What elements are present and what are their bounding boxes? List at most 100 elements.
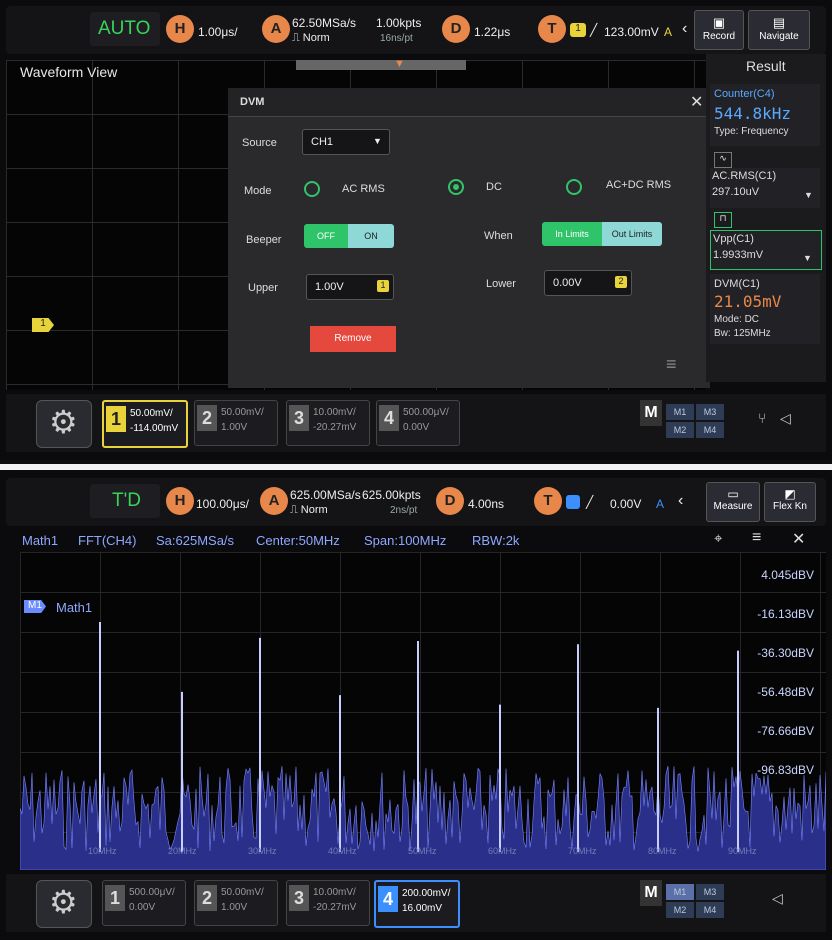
- when-out-limits[interactable]: Out Limits: [602, 222, 662, 246]
- dvm-result-title: DVM(C1): [714, 278, 760, 290]
- math-button[interactable]: M: [640, 400, 662, 426]
- math-m2[interactable]: M2: [666, 422, 694, 438]
- trigger-source-badge: 1: [570, 23, 586, 37]
- vpp-result[interactable]: Vpp(C1) 1.9933mV ▼: [710, 230, 822, 270]
- horizontal-button[interactable]: H: [166, 487, 194, 515]
- math-m1[interactable]: M1: [666, 884, 694, 900]
- run-mode-cell[interactable]: AUTO: [90, 12, 160, 46]
- channel-3-button[interactable]: 3 10.00mV/ -20.27mV: [286, 880, 370, 926]
- db-tick-label: -76.66dBV: [757, 724, 814, 738]
- fft-spectrum: [20, 621, 826, 870]
- record-button[interactable]: ▣ Record: [694, 10, 744, 50]
- trigger-mode: A: [664, 25, 673, 39]
- result-panel: Result Counter(C4) 544.8kHz Type: Freque…: [706, 54, 826, 382]
- dvm-title: DVM: [240, 96, 265, 108]
- acrms-title: AC.RMS(C1): [712, 170, 777, 182]
- channel-1-button[interactable]: 1 500.00μV/ 0.00V: [102, 880, 186, 926]
- math-m1[interactable]: M1: [666, 404, 694, 420]
- delay-button[interactable]: D: [442, 15, 470, 43]
- fft-sa: Sa:625MSa/s: [156, 533, 235, 548]
- fft-source: FFT(CH4): [78, 533, 137, 548]
- menu-collapse-icon[interactable]: ≡: [666, 354, 677, 375]
- menu-icon[interactable]: ≡: [752, 529, 761, 547]
- fft-rbw: RBW:2k: [472, 533, 520, 548]
- fft-center: Center:50MHz: [256, 533, 340, 548]
- freq-tick-label: 80MHz: [648, 846, 677, 856]
- fft-view[interactable]: M1 Math1 4.045dBV -16.13dBV -36.30dBV -56.4…: [20, 552, 826, 870]
- mode-label: Mode: [244, 185, 272, 197]
- trigger-position-marker: ▼: [394, 60, 405, 70]
- upper-input[interactable]: 1.00V 1: [306, 274, 394, 300]
- mode-acdcrms-radio[interactable]: [566, 179, 582, 195]
- remove-button[interactable]: Remove: [310, 326, 396, 352]
- freq-tick-label: 50MHz: [408, 846, 437, 856]
- gear-icon[interactable]: ⚙: [36, 400, 92, 448]
- lower-input[interactable]: 0.00V 2: [544, 270, 632, 296]
- navigate-button[interactable]: ▤ Navigate: [748, 10, 810, 50]
- horizontal-button[interactable]: H: [166, 15, 194, 43]
- math-m4[interactable]: M4: [696, 422, 724, 438]
- counter-title: Counter(C4): [714, 88, 775, 100]
- freq-tick-label: 20MHz: [168, 846, 197, 856]
- channel-bar: ⚙ 1 50.00mV/ -114.00mV 2 50.00mV/ 1.00V …: [6, 394, 826, 452]
- trigger-button[interactable]: T: [538, 15, 566, 43]
- mode-acrms-radio[interactable]: [304, 181, 320, 197]
- math-m3[interactable]: M3: [696, 884, 724, 900]
- chevron-down-icon: ▼: [803, 253, 812, 263]
- acrms-result[interactable]: AC.RMS(C1) 297.10uV ▼: [710, 168, 820, 208]
- dvm-result[interactable]: DVM(C1) 21.05mV Mode: DC Bw: 125MHz: [710, 274, 820, 344]
- close-icon[interactable]: ✕: [792, 529, 805, 549]
- sample-rate: 62.50MSa/s: [292, 16, 357, 30]
- delay-button[interactable]: D: [436, 487, 464, 515]
- trigger-level: 123.00mV: [604, 25, 659, 39]
- channel-3-button[interactable]: 3 10.00mV/ -20.27mV: [286, 400, 370, 446]
- math-m2[interactable]: M2: [666, 902, 694, 918]
- chevron-left-icon[interactable]: ‹: [682, 20, 687, 38]
- when-in-limits[interactable]: In Limits: [542, 222, 602, 246]
- acquire-button[interactable]: A: [260, 487, 288, 515]
- run-mode: T'D: [112, 490, 141, 511]
- counter-result[interactable]: Counter(C4) 544.8kHz Type: Frequency: [710, 84, 820, 146]
- channel-4-button[interactable]: 4 200.00mV/ 16.00mV: [374, 880, 460, 928]
- channel-4-button[interactable]: 4 500.00μV/ 0.00V: [376, 400, 460, 446]
- freq-tick-label: 40MHz: [328, 846, 357, 856]
- acq-sub: 16ns/pt: [380, 33, 413, 44]
- acq-mode: ⎍ Norm: [292, 32, 330, 44]
- db-tick-label: -96.83dBV: [757, 763, 814, 777]
- channel-1-button[interactable]: 1 50.00mV/ -114.00mV: [102, 400, 188, 448]
- mode-dc-radio[interactable]: [448, 179, 464, 195]
- timebase: 1.00μs/: [198, 25, 238, 39]
- speaker-icon[interactable]: ◁: [780, 410, 791, 427]
- dvm-result-bw: Bw: 125MHz: [714, 328, 771, 339]
- math-m3[interactable]: M3: [696, 404, 724, 420]
- top-status-bar: AUTO H 1.00μs/ A 62.50MSa/s 1.00kpts ⎍ N…: [6, 6, 826, 54]
- math-button[interactable]: M: [640, 880, 662, 906]
- mode-acrms-label: AC RMS: [342, 183, 385, 195]
- math-m4[interactable]: M4: [696, 902, 724, 918]
- gear-icon[interactable]: ⚙: [36, 880, 92, 928]
- beeper-off[interactable]: OFF: [304, 224, 348, 248]
- channel-bar: ⚙ 1 500.00μV/ 0.00V 2 50.00mV/ 1.00V 3 1…: [6, 874, 826, 932]
- speaker-icon[interactable]: ◁: [772, 890, 783, 907]
- math-buttons: M M1 M3 M2 M4: [640, 400, 726, 444]
- acrms-value: 297.10uV: [712, 186, 760, 198]
- counter-value: 544.8kHz: [714, 104, 792, 123]
- result-title: Result: [746, 58, 786, 74]
- beeper-on[interactable]: ON: [348, 224, 394, 248]
- measure-button[interactable]: ▭ Measure: [706, 482, 760, 522]
- channel-2-button[interactable]: 2 50.00mV/ 1.00V: [194, 880, 278, 926]
- timebase: 100.00μs/: [196, 497, 249, 511]
- cursor-icon[interactable]: ⌖: [714, 530, 722, 547]
- close-icon[interactable]: ✕: [690, 92, 703, 112]
- top-status-bar: T'D H 100.00μs/ A 625.00MSa/s 625.00kpts…: [6, 478, 826, 526]
- record-icon: ▣: [712, 15, 726, 30]
- run-mode-cell[interactable]: T'D: [90, 484, 160, 518]
- chevron-left-icon[interactable]: ‹: [678, 492, 683, 510]
- trigger-button[interactable]: T: [534, 487, 562, 515]
- channel-2-button[interactable]: 2 50.00mV/ 1.00V: [194, 400, 278, 446]
- beeper-toggle[interactable]: OFF ON: [304, 224, 394, 248]
- source-select[interactable]: CH1 ▼: [302, 129, 390, 155]
- when-toggle[interactable]: In Limits Out Limits: [542, 222, 662, 246]
- acquire-button[interactable]: A: [262, 15, 290, 43]
- flex-knob-button[interactable]: ◩ Flex Kn: [764, 482, 816, 522]
